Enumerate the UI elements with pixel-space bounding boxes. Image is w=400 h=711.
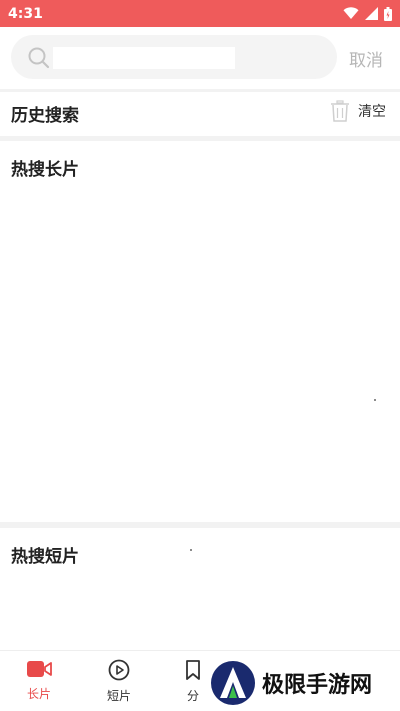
search-box[interactable] [11,35,337,79]
cancel-button[interactable]: 取消 [349,46,383,71]
divider [0,89,400,92]
hot-short-title: 热搜短片 [11,547,79,567]
clear-history-button[interactable]: 清空 [330,100,386,122]
tab-short-video[interactable]: 短片 [94,659,144,704]
video-camera-icon [27,661,52,677]
tab-label: 短片 [106,689,131,703]
watermark-logo-icon [211,661,255,705]
watermark-text: 极限手游网 [262,672,373,698]
search-bar: 取消 [0,27,400,89]
tab-label: 长片 [26,687,51,701]
status-time: 4:31 [8,5,43,22]
dot [374,399,376,401]
divider [0,522,400,528]
divider [0,136,400,141]
status-bar: 4:31 [0,0,400,27]
history-title: 历史搜索 [11,106,79,126]
hot-long-title: 热搜长片 [11,160,79,180]
watermark: 极限手游网 [210,660,372,706]
search-input[interactable] [53,47,235,69]
play-circle-icon [108,659,130,681]
clear-label: 清空 [358,104,386,120]
battery-icon [384,6,392,21]
bookmark-icon [186,660,200,680]
dot [190,549,192,551]
status-icons [343,6,392,21]
search-icon [28,47,50,69]
tab-long-video[interactable]: 长片 [14,659,64,702]
tab-label: 分 [186,689,199,703]
signal-icon [365,7,378,20]
wifi-icon [343,7,359,19]
trash-icon [331,100,349,122]
